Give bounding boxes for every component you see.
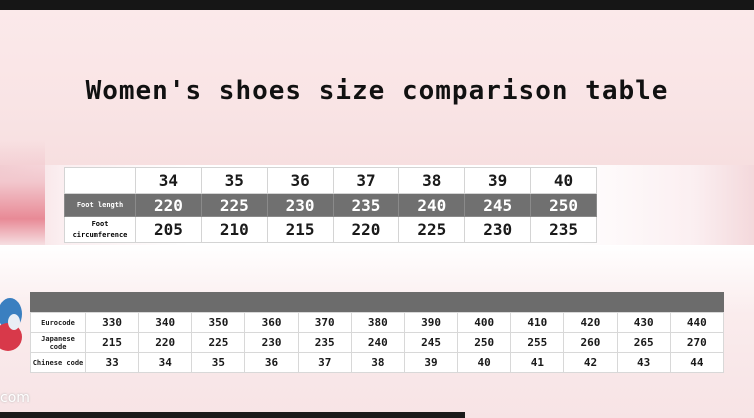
table-cell: 245 [403, 332, 459, 353]
table-cell: 350 [191, 312, 246, 333]
table2-header-bar [30, 292, 724, 312]
row-label: Chinese code [30, 352, 86, 373]
brand-watermark: com [0, 390, 30, 406]
size-table-cn: 34 35 36 37 38 39 40 Foot length 220 225… [64, 167, 597, 243]
table-cell: 420 [563, 312, 618, 333]
table-row: Foot circumference 205 210 215 220 225 2… [64, 216, 597, 243]
table-cell: 440 [669, 312, 725, 333]
table-cell: 36 [244, 352, 299, 373]
table-cell: 340 [138, 312, 193, 333]
table-cell: 240 [350, 332, 405, 353]
page-title: Women's shoes size comparison table [85, 76, 669, 106]
table-cell: 260 [563, 332, 618, 353]
table-cell: 250 [457, 332, 512, 353]
table-cell: 400 [457, 312, 512, 333]
table-cell: 235 [530, 216, 597, 243]
table-row: 34 35 36 37 38 39 40 [64, 167, 597, 194]
table-row: Foot length 220 225 230 235 240 245 250 [64, 193, 597, 217]
size-header-cell: 34 [135, 167, 202, 194]
row-label: Japanese code [30, 332, 86, 353]
size-header-cell: 35 [200, 167, 268, 194]
bottom-border [0, 412, 465, 418]
table-cell: 215 [266, 216, 334, 243]
size-header-cell: 39 [464, 167, 532, 194]
table-cell: 235 [297, 332, 352, 353]
table-cell: 245 [464, 193, 532, 217]
table-cell: 42 [563, 352, 618, 373]
table-cell: 265 [616, 332, 671, 353]
table-cell: 430 [616, 312, 671, 333]
table-cell: 370 [297, 312, 352, 333]
size-header-cell: 38 [398, 167, 466, 194]
header-corner-cell [64, 167, 136, 194]
table-cell: 41 [510, 352, 565, 373]
brand-logo-icon [0, 298, 22, 351]
size-conversion-table: Eurocode 330 340 350 360 370 380 390 400… [30, 312, 725, 373]
size-header-cell: 36 [266, 167, 334, 194]
size-header-cell: 40 [530, 167, 597, 194]
table-cell: 225 [191, 332, 246, 353]
table-cell: 360 [244, 312, 299, 333]
table-cell: 215 [84, 332, 140, 353]
table-cell: 220 [138, 332, 193, 353]
shoe-photo-fragment [0, 140, 45, 245]
table-cell: 390 [403, 312, 459, 333]
table-cell: 205 [135, 216, 202, 243]
row-label: Foot circumference [64, 216, 136, 243]
table-cell: 34 [138, 352, 193, 373]
table-cell: 35 [191, 352, 246, 373]
table-cell: 220 [135, 193, 202, 217]
table-row: Japanese code 215 220 225 230 235 240 24… [30, 332, 725, 353]
top-border [0, 0, 754, 10]
table-cell: 220 [332, 216, 400, 243]
table-cell: 230 [266, 193, 334, 217]
table-cell: 44 [669, 352, 725, 373]
table-cell: 210 [200, 216, 268, 243]
table-cell: 225 [200, 193, 268, 217]
table-cell: 380 [350, 312, 405, 333]
table-cell: 240 [398, 193, 466, 217]
table-row: Eurocode 330 340 350 360 370 380 390 400… [30, 312, 725, 333]
table-cell: 255 [510, 332, 565, 353]
table-cell: 40 [457, 352, 512, 373]
table-cell: 235 [332, 193, 400, 217]
table-cell: 230 [244, 332, 299, 353]
table-cell: 43 [616, 352, 671, 373]
size-header-cell: 37 [332, 167, 400, 194]
row-label: Foot length [64, 193, 136, 217]
table-cell: 410 [510, 312, 565, 333]
table-cell: 330 [84, 312, 140, 333]
table-cell: 250 [530, 193, 597, 217]
row-label: Eurocode [30, 312, 86, 333]
table-cell: 270 [669, 332, 725, 353]
table-cell: 33 [84, 352, 140, 373]
table-row: Chinese code 33 34 35 36 37 38 39 40 41 … [30, 352, 725, 373]
table-cell: 39 [403, 352, 459, 373]
table-cell: 37 [297, 352, 352, 373]
table-cell: 38 [350, 352, 405, 373]
table-cell: 225 [398, 216, 466, 243]
table-cell: 230 [464, 216, 532, 243]
